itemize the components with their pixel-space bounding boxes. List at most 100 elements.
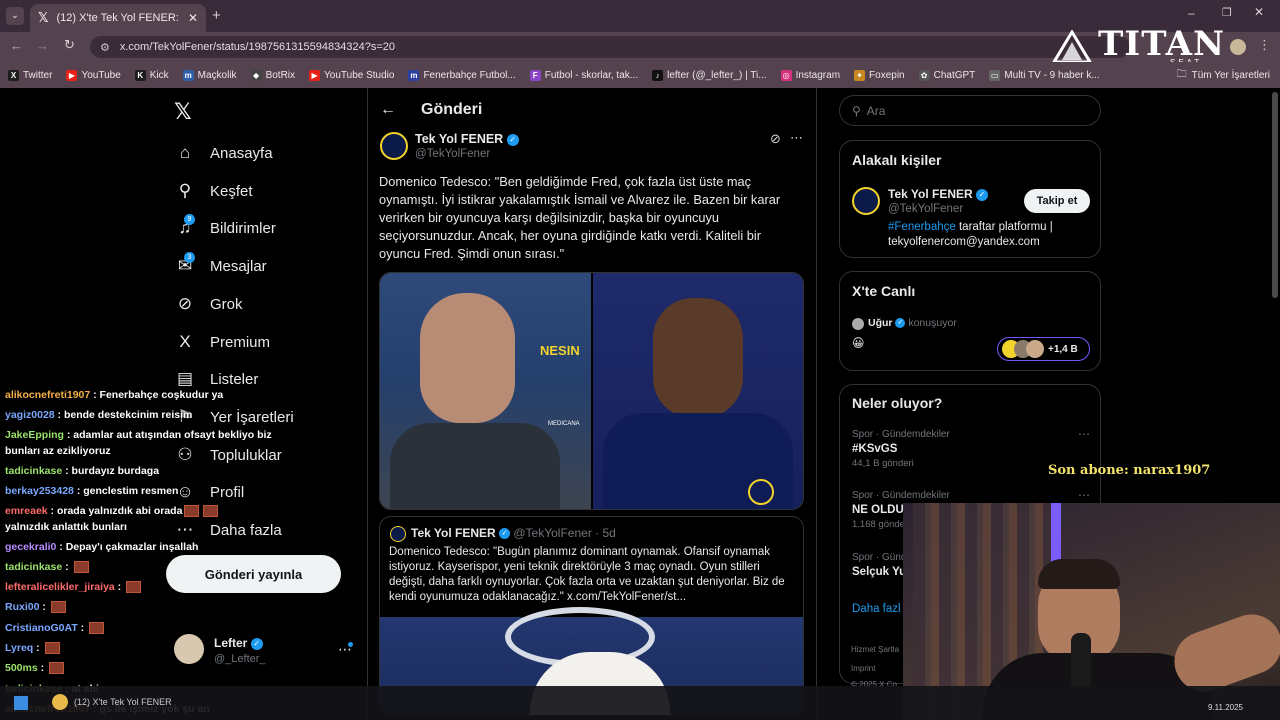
chat-emote-icon [89,622,105,635]
bookmark-item[interactable]: K Kick [134,69,169,81]
all-bookmarks-label: Tüm Yer İşaretleri [1191,69,1270,81]
close-window-icon[interactable]: ✕ [1254,5,1264,19]
notification-badge: 9 [184,214,195,225]
profile-avatar[interactable] [1230,39,1246,55]
account-notification-dot [348,642,353,647]
post-media[interactable]: NESIN MEDICANA [379,272,804,510]
chat-username: emreaek [5,505,48,517]
trend-more-icon[interactable]: ⋯ [1078,488,1090,502]
search-field[interactable]: ⚲ Ara [839,95,1101,126]
minimize-icon[interactable]: – [1188,6,1195,20]
bookmark-item[interactable]: m Maçkolik [182,69,237,81]
taskbar-clock: 9.11.2025 [1208,703,1243,712]
nav-item-label: Keşfet [210,182,253,200]
browser-tab-active[interactable]: 𝕏 (12) X'te Tek Yol FENER: "Dome ✕ [30,4,206,32]
bookmark-item[interactable]: ✦ Foxepin [854,69,905,81]
nav-item-label: Profil [210,483,245,501]
forward-icon[interactable]: → [36,38,49,53]
bookmark-item[interactable]: F Futbol - skorlar, tak... [529,69,638,81]
back-arrow-icon[interactable]: ← [380,101,396,119]
bookmark-item[interactable]: m Fenerbahçe Futbol... [408,69,516,81]
live-user-line[interactable]: Uğur ✓ konuşuyor [868,317,957,329]
chat-username: tadicinkase [5,561,63,573]
bookmark-item[interactable]: ♪ lefter (@_lefter_) | Ti... [652,69,767,81]
chat-message: lefteralicelikler_jiraiya : [5,581,143,594]
author-avatar[interactable] [380,132,408,160]
browser-menu-icon[interactable]: ⋮ [1258,37,1271,53]
bookmarks-bar: X Twitter ▶ YouTube K Kick m Maçkolik ◆ BotRix ▶ Yo… [0,62,1280,88]
bookmark-item[interactable]: ◆ BotRix [250,69,295,81]
bookmark-label: Maçkolik [197,69,237,81]
show-more-link[interactable]: Daha fazl [852,603,901,615]
post-text: Domenico Tedesco: "Ben geldiğimde Fred, … [379,174,781,261]
chat-emote-icon [184,505,200,518]
tab-close-icon[interactable]: ✕ [188,11,198,25]
site-info-icon[interactable]: ⚙ [100,41,110,54]
x-premium-icon: X [179,332,191,351]
x-logo-icon[interactable]: 𝕏 [174,99,192,125]
nav-item-grok[interactable]: ⊘ Grok [174,294,243,314]
chat-text: : genclestim resmen [73,485,179,497]
chat-text: : [114,581,125,593]
footer-terms[interactable]: Hizmet Şartla [851,645,899,654]
nav-item-profil[interactable]: ☺ Profil [174,482,244,502]
bookmark-item[interactable]: X Twitter [8,69,52,81]
post-more-icon[interactable]: ⋯ [790,130,803,146]
live-emoji: 😀 [852,336,865,350]
nav-item-premium[interactable]: X Premium [174,332,270,352]
nav-item-mesajlar[interactable]: ✉ 3 Mesajlar [174,252,267,276]
chat-text: : [37,662,48,674]
trend-name: #KSvGS [852,443,898,455]
nav-item-ke-fet[interactable]: ⚲ Keşfet [174,181,253,201]
media-photo-coach: NESIN MEDICANA [380,273,591,509]
bookmark-item[interactable]: ◎ Instagram [780,69,840,81]
chat-text: : [77,622,88,634]
related-name[interactable]: Tek Yol FENER ✓ [888,187,989,201]
grok-icon: ⊘ [177,294,193,313]
post-button[interactable]: Gönderi yayınla [166,555,341,593]
account-avatar[interactable] [174,634,204,664]
restore-icon[interactable]: ❐ [1222,6,1232,19]
nav-item-daha-fazla[interactable]: ⋯ Daha fazla [174,520,282,540]
author-name[interactable]: Tek Yol FENER ✓ [415,132,519,146]
related-title: Alakalı kişiler [852,152,942,168]
trend-context: Spor · Gündemdekiler [852,490,950,501]
grok-icon[interactable]: ⊘ [770,131,781,147]
chat-username: Ruxi00 [5,601,40,613]
tab-search-chevron-icon[interactable]: ⌄ [6,7,24,25]
page-scrollbar[interactable] [1272,92,1278,298]
chrome-taskbar-icon[interactable] [52,694,68,710]
search-icon: ⚲ [852,103,861,118]
bookmark-item[interactable]: ▶ YouTube [66,69,121,81]
follow-button[interactable]: Takip et [1024,189,1090,213]
footer-imprint[interactable]: Imprint [851,664,875,673]
nav-item-listeler[interactable]: ▤ Listeler [174,369,258,389]
taskbar-window-title[interactable]: (12) X'te Tek Yol FENER [74,697,172,707]
chat-username: JakeEpping [5,429,64,441]
nav-item-anasayfa[interactable]: ⌂ Anasayfa [174,143,273,163]
media-photo-player [593,273,803,509]
bookmark-favicon-icon: ✦ [854,69,866,81]
chat-message: berkay253428 : genclestim resmen [5,485,178,497]
trend-more-icon[interactable]: ⋯ [1078,427,1090,441]
new-tab-icon[interactable]: + [212,7,221,24]
start-icon[interactable] [14,696,28,710]
related-hashtag[interactable]: #Fenerbahçe [888,221,956,233]
related-avatar[interactable] [852,187,880,215]
address-bar[interactable]: ⚙ x.com/TekYolFener/status/1987561315594… [90,36,1130,58]
nav-item-label: Premium [210,333,271,351]
notification-badge: 3 [184,252,195,263]
bookmark-item[interactable]: ▭ Multi TV - 9 haber k... [989,69,1100,81]
related-people-card: Alakalı kişiler Tek Yol FENER ✓ @TekYolF… [839,140,1101,258]
bookmark-item[interactable]: ✿ ChatGPT [918,69,975,81]
x-favicon-icon: 𝕏 [38,10,49,25]
all-bookmarks-folder[interactable]: 🗀 Tüm Yer İşaretleri [1177,62,1270,88]
live-listeners-pill[interactable]: +1,4 B [997,337,1090,361]
nav-item-bildirimler[interactable]: ♫ 9 Bildirimler [174,214,276,238]
nav-item-topluluklar[interactable]: ⚇ Topluluklar [174,445,281,465]
bookmark-item[interactable]: ▶ YouTube Studio [309,69,394,81]
back-icon[interactable]: ← [10,38,23,53]
chat-text: bunları az ezikliyoruz [5,445,111,457]
reload-icon[interactable]: ↻ [64,37,75,53]
account-name[interactable]: Lefter ✓ [214,636,263,650]
